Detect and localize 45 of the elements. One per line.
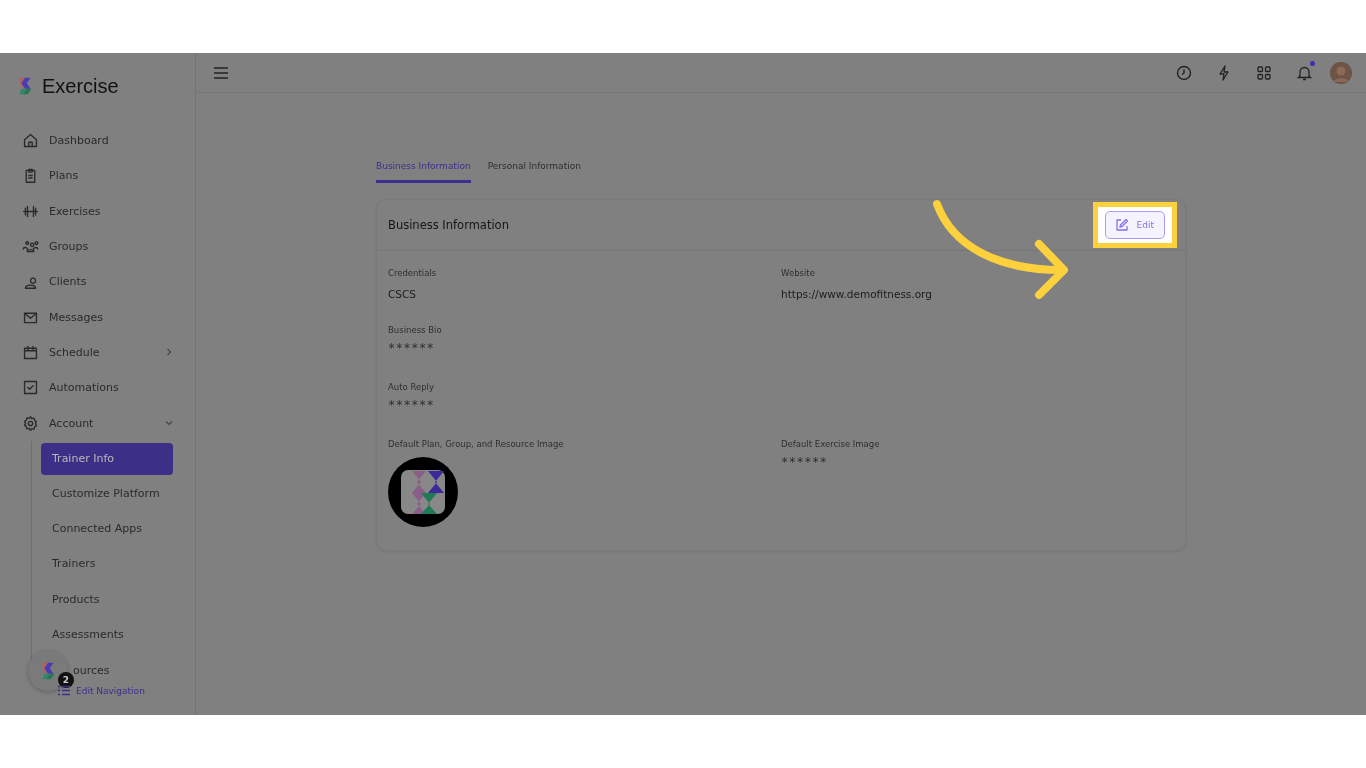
nav-item[interactable]: Dashboard: [22, 123, 174, 159]
menu-icon[interactable]: [214, 66, 228, 79]
nav-item[interactable]: Plans: [22, 158, 174, 194]
edit-navigation-link[interactable]: Edit Navigation: [58, 685, 145, 696]
edit-button[interactable]: Edit: [1104, 211, 1165, 239]
nav-subitem[interactable]: ources: [73, 660, 116, 681]
field-label: Auto Reply: [388, 382, 435, 392]
grid-icon[interactable]: [1257, 65, 1271, 80]
nav-subitem[interactable]: Connected Apps: [41, 510, 173, 547]
checkbox-icon: [22, 379, 39, 397]
tab[interactable]: Personal Information: [487, 161, 581, 183]
field-label: Default Plan, Group, and Resource Image: [388, 439, 565, 449]
nav-item[interactable]: Account: [22, 405, 174, 441]
field-label: Website: [781, 268, 816, 278]
brand-name: Exercise: [42, 74, 119, 98]
gear-icon: [22, 414, 39, 432]
list-icon: [58, 685, 70, 696]
nav-subitem[interactable]: Trainers: [41, 546, 173, 582]
nav-item[interactable]: Schedule: [22, 334, 174, 371]
tab[interactable]: Business Information: [376, 161, 471, 183]
nav-item[interactable]: Clients: [22, 264, 174, 300]
nav-item[interactable]: Exercises: [22, 193, 174, 229]
nav-subitem[interactable]: Customize Platform: [41, 475, 173, 511]
field-label: Credentials: [388, 268, 438, 278]
nav-subitem[interactable]: Products: [41, 581, 173, 617]
nav-item[interactable]: Automations: [22, 370, 174, 406]
help-bubble[interactable]: [28, 651, 68, 691]
card-title: Business Information: [388, 218, 509, 232]
field-value: ******: [388, 398, 435, 412]
nav-subitem[interactable]: Assessments: [41, 616, 173, 653]
home-icon: [22, 132, 39, 150]
field-value: ******: [781, 455, 828, 469]
clock-icon[interactable]: [1176, 64, 1192, 81]
field-label: Business Bio: [388, 325, 443, 335]
field-value: ******: [388, 341, 435, 355]
logo-image: [388, 457, 458, 527]
nav-item[interactable]: Groups: [22, 228, 174, 265]
lightning-icon[interactable]: [1217, 64, 1231, 81]
bell-icon[interactable]: [1296, 64, 1312, 81]
field-label: Default Exercise Image: [781, 439, 881, 449]
field-value: https://www.demofitness.org: [781, 288, 933, 300]
nav-subitem[interactable]: Trainer Info: [41, 442, 173, 475]
calendar-icon: [22, 343, 39, 361]
nav-item[interactable]: Messages: [22, 299, 174, 335]
field-value: CSCS: [388, 288, 417, 300]
